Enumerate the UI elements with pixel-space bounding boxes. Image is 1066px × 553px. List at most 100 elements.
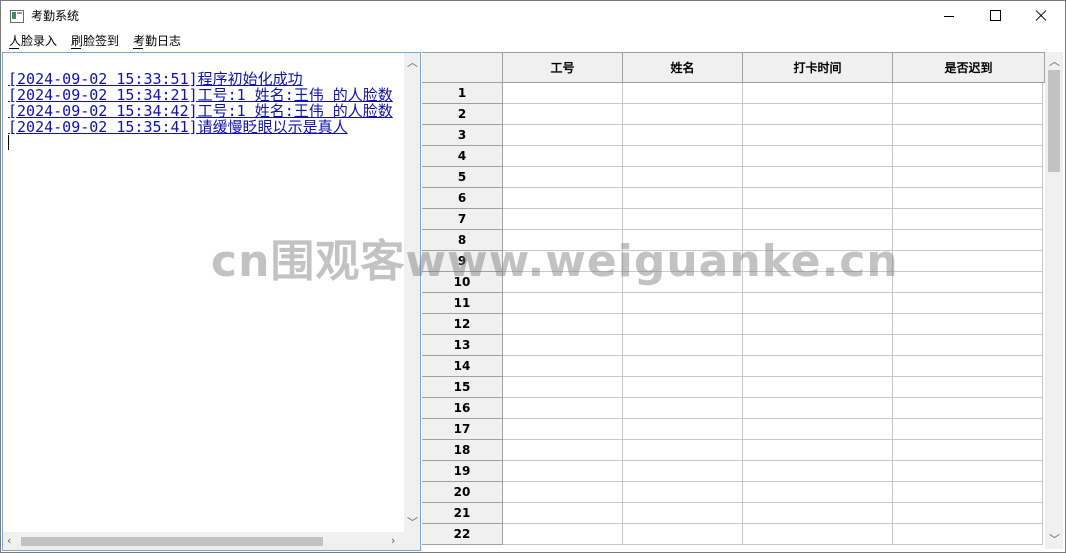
row-header[interactable]: 21	[422, 503, 503, 524]
grid-cell[interactable]	[743, 314, 893, 335]
grid-cell[interactable]	[743, 146, 893, 167]
grid-cell[interactable]	[893, 419, 1043, 440]
grid-cell[interactable]	[623, 209, 743, 230]
grid-cell[interactable]	[623, 314, 743, 335]
table-row[interactable]: 5	[422, 167, 1045, 188]
table-row[interactable]: 11	[422, 293, 1045, 314]
grid-cell[interactable]	[743, 335, 893, 356]
table-row[interactable]: 1	[422, 83, 1045, 104]
grid-cell[interactable]	[623, 377, 743, 398]
grid-cell[interactable]	[623, 356, 743, 377]
grid-cell[interactable]	[893, 146, 1043, 167]
grid-cell[interactable]	[743, 356, 893, 377]
grid-cell[interactable]	[893, 314, 1043, 335]
scroll-up-icon[interactable]: ︿	[407, 57, 418, 69]
grid-cell[interactable]	[893, 209, 1043, 230]
attendance-grid[interactable]: 工号 姓名 打卡时间 是否迟到 1 2 3 4 5 6 7 8 9 10 11 12 13 14 15 16 1…	[422, 52, 1045, 550]
grid-cell[interactable]	[893, 167, 1043, 188]
grid-cell[interactable]	[503, 272, 623, 293]
grid-cell[interactable]	[893, 293, 1043, 314]
log-textbox[interactable]: [2024-09-02 15:33:51]程序初始化成功 [2024-09-02…	[2, 52, 421, 551]
table-row[interactable]: 4	[422, 146, 1045, 167]
table-row[interactable]: 15	[422, 377, 1045, 398]
scroll-down-icon[interactable]: ﹀	[1049, 534, 1060, 546]
grid-cell[interactable]	[503, 146, 623, 167]
grid-cell[interactable]	[503, 398, 623, 419]
grid-cell[interactable]	[893, 188, 1043, 209]
grid-cell[interactable]	[503, 125, 623, 146]
grid-cell[interactable]	[743, 188, 893, 209]
row-header[interactable]: 7	[422, 209, 503, 230]
row-header[interactable]: 22	[422, 524, 503, 545]
grid-cell[interactable]	[623, 146, 743, 167]
grid-cell[interactable]	[623, 251, 743, 272]
table-row[interactable]: 21	[422, 503, 1045, 524]
row-header[interactable]: 3	[422, 125, 503, 146]
table-row[interactable]: 19	[422, 461, 1045, 482]
grid-cell[interactable]	[623, 440, 743, 461]
grid-cell[interactable]	[503, 209, 623, 230]
column-header-name[interactable]: 姓名	[623, 53, 743, 83]
maximize-button[interactable]	[972, 1, 1018, 31]
row-header[interactable]: 2	[422, 104, 503, 125]
grid-cell[interactable]	[743, 524, 893, 545]
scroll-left-icon[interactable]: ‹	[7, 535, 11, 547]
menu-face-checkin[interactable]: 刷脸签到	[71, 33, 119, 49]
minimize-button[interactable]	[926, 1, 972, 31]
table-row[interactable]: 10	[422, 272, 1045, 293]
grid-cell[interactable]	[503, 524, 623, 545]
grid-cell[interactable]	[893, 356, 1043, 377]
row-header[interactable]: 4	[422, 146, 503, 167]
grid-cell[interactable]	[743, 209, 893, 230]
horizontal-scroll-thumb[interactable]	[21, 537, 323, 546]
log-horizontal-scrollbar[interactable]: ‹ ›	[3, 532, 404, 550]
row-header[interactable]: 10	[422, 272, 503, 293]
row-header[interactable]: 19	[422, 461, 503, 482]
grid-cell[interactable]	[893, 272, 1043, 293]
grid-cell[interactable]	[743, 419, 893, 440]
row-header[interactable]: 11	[422, 293, 503, 314]
grid-cell[interactable]	[623, 524, 743, 545]
grid-cell[interactable]	[893, 230, 1043, 251]
grid-cell[interactable]	[623, 125, 743, 146]
grid-cell[interactable]	[893, 398, 1043, 419]
grid-cell[interactable]	[503, 482, 623, 503]
grid-cell[interactable]	[503, 293, 623, 314]
grid-cell[interactable]	[893, 335, 1043, 356]
grid-cell[interactable]	[623, 104, 743, 125]
table-row[interactable]: 3	[422, 125, 1045, 146]
grid-cell[interactable]	[623, 293, 743, 314]
table-row[interactable]: 8	[422, 230, 1045, 251]
menu-attendance-log[interactable]: 考勤日志	[133, 33, 181, 49]
grid-cell[interactable]	[503, 419, 623, 440]
menu-face-enroll[interactable]: 人脸录入	[9, 33, 57, 49]
grid-cell[interactable]	[623, 230, 743, 251]
grid-cell[interactable]	[503, 251, 623, 272]
grid-cell[interactable]	[893, 251, 1043, 272]
grid-cell[interactable]	[503, 356, 623, 377]
grid-cell[interactable]	[743, 104, 893, 125]
table-row[interactable]: 14	[422, 356, 1045, 377]
column-header-checkin-time[interactable]: 打卡时间	[743, 53, 893, 83]
grid-cell[interactable]	[893, 377, 1043, 398]
column-header-is-late[interactable]: 是否迟到	[893, 53, 1045, 83]
grid-cell[interactable]	[503, 440, 623, 461]
table-row[interactable]: 20	[422, 482, 1045, 503]
grid-cell[interactable]	[503, 314, 623, 335]
grid-cell[interactable]	[743, 398, 893, 419]
grid-cell[interactable]	[623, 461, 743, 482]
row-header[interactable]: 18	[422, 440, 503, 461]
grid-cell[interactable]	[893, 83, 1043, 104]
grid-cell[interactable]	[503, 335, 623, 356]
grid-cell[interactable]	[743, 377, 893, 398]
close-button[interactable]	[1018, 1, 1064, 31]
grid-cell[interactable]	[893, 125, 1043, 146]
grid-cell[interactable]	[503, 104, 623, 125]
table-row[interactable]: 17	[422, 419, 1045, 440]
table-row[interactable]: 22	[422, 524, 1045, 545]
row-header[interactable]: 8	[422, 230, 503, 251]
row-header[interactable]: 14	[422, 356, 503, 377]
grid-cell[interactable]	[503, 167, 623, 188]
log-vertical-scrollbar[interactable]: ︿ ﹀	[404, 53, 420, 532]
row-header[interactable]: 6	[422, 188, 503, 209]
